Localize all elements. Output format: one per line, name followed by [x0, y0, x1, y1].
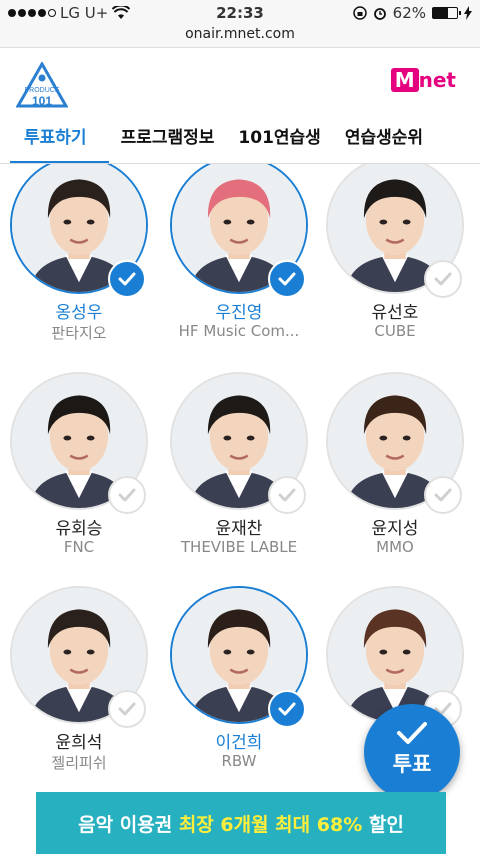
banner-text-2: 할인: [362, 813, 404, 836]
trainee-agency: HF Music Com...: [178, 322, 300, 340]
check-icon[interactable]: [424, 476, 462, 514]
check-icon[interactable]: [268, 476, 306, 514]
produce-logo-text: PRODUCE: [24, 87, 59, 94]
banner-text-1: 음악 이용권: [78, 813, 179, 836]
trainee-agency: THEVIBE LABLE: [180, 538, 298, 556]
battery-percent: 62%: [392, 4, 426, 22]
trainee-agency: CUBE: [374, 322, 416, 340]
alarm-icon: [373, 8, 386, 20]
trainee-card[interactable]: 유선호 CUBE: [318, 164, 472, 376]
clock: 22:33: [216, 4, 264, 22]
check-icon[interactable]: [108, 690, 146, 728]
mnet-logo-net: net: [418, 68, 456, 92]
trainee-name: 윤희석: [55, 733, 103, 753]
checkmark-icon: [397, 722, 427, 744]
trainee-card[interactable]: 우진영 HF Music Com...: [162, 164, 316, 376]
trainee-agency: 젤리피쉬: [51, 754, 107, 772]
trainee-agency: RBW: [221, 752, 257, 770]
trainee-agency: 판타지오: [51, 324, 107, 342]
trainee-name: 유회승: [55, 519, 103, 539]
tab-trainees[interactable]: 101연습생: [226, 120, 332, 163]
url-text: onair.mnet.com: [185, 26, 295, 42]
mnet-logo[interactable]: Mnet: [390, 68, 456, 92]
trainee-card[interactable]: 윤지성 MMO: [318, 372, 472, 592]
site-header: PRODUCE 101 Mnet: [0, 48, 480, 120]
nav-tabs: 투표하기 프로그램정보 101연습생 연습생순위: [0, 120, 480, 164]
battery-icon: [432, 7, 461, 19]
tab-vote[interactable]: 투표하기: [0, 120, 109, 163]
check-icon[interactable]: [424, 260, 462, 298]
banner-highlight: 최장 6개월 최대 68%: [178, 813, 363, 836]
trainee-agency: FNC: [63, 538, 95, 556]
carrier-label: LG U+: [60, 4, 109, 22]
trainee-name: 윤재찬: [215, 519, 263, 539]
trainee-card[interactable]: 옹성우 판타지오: [2, 164, 156, 376]
trainee-card[interactable]: 유회승 FNC: [2, 372, 156, 592]
wifi-icon: [112, 6, 131, 19]
checked-icon[interactable]: [108, 260, 146, 298]
trainee-agency: MMO: [376, 538, 414, 556]
produce-logo-number: 101: [32, 94, 52, 108]
trainee-name: 옹성우: [55, 303, 103, 323]
charging-icon: [464, 6, 472, 20]
url-bar[interactable]: onair.mnet.com: [0, 26, 480, 48]
trainee-name: 이건희: [215, 733, 263, 753]
vote-button-label: 투표: [392, 752, 432, 776]
mnet-logo-m: M: [390, 68, 419, 92]
checked-icon[interactable]: [268, 260, 306, 298]
trainee-card[interactable]: 윤희석 젤리피쉬: [2, 586, 156, 806]
vote-button[interactable]: 투표: [364, 704, 460, 800]
tab-program-info[interactable]: 프로그램정보: [109, 120, 227, 163]
trainee-name: 윤지성: [371, 519, 419, 539]
status-bar: LG U+ 22:33 62%: [0, 0, 480, 26]
check-icon[interactable]: [108, 476, 146, 514]
trainee-name: 유선호: [371, 303, 419, 323]
tab-trainee-ranking[interactable]: 연습생순위: [333, 120, 435, 163]
signal-icon: [8, 9, 56, 17]
promo-banner[interactable]: 음악 이용권 최장 6개월 최대 68% 할인: [36, 792, 446, 854]
trainee-card[interactable]: 윤재찬 THEVIBE LABLE: [162, 372, 316, 592]
produce-101-logo[interactable]: PRODUCE 101: [16, 62, 68, 110]
orientation-lock-icon: [352, 6, 367, 20]
checked-icon[interactable]: [268, 690, 306, 728]
trainee-name: 우진영: [215, 303, 263, 323]
trainee-card[interactable]: 이건희 RBW: [162, 586, 316, 806]
